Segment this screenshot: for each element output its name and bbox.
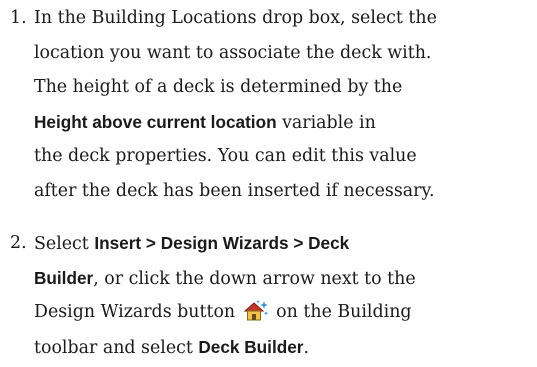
text-line: the deck properties. You can edit this v… <box>34 139 534 174</box>
step-text: Select Insert > Design Wizards > Deck Bui… <box>34 226 534 364</box>
text-segment: . <box>303 337 309 358</box>
text-line: Builder, or click the down arrow next to… <box>34 261 534 296</box>
ui-term: Insert > Design Wizards > Deck <box>94 233 350 253</box>
text-line: The height of a deck is determined by th… <box>34 70 534 105</box>
step-2: 2. Select Insert > Design Wizards > Deck B… <box>0 226 537 364</box>
text-line: Height above current location variable i… <box>34 105 534 140</box>
text-line: Design Wizards button on the Building <box>34 295 534 330</box>
text-segment: location you want to associate the deck … <box>34 42 432 63</box>
text-segment: Select <box>34 234 95 254</box>
text-segment: The height of a deck is determined by th… <box>34 77 403 97</box>
step-1: 1. In the Building Locations drop box, se… <box>0 1 537 208</box>
text-segment: In the Building Locations drop box, sele… <box>34 8 437 28</box>
text-line: In the Building Locations drop box, sele… <box>34 1 534 36</box>
text-line: location you want to associate the deck … <box>34 36 534 71</box>
instruction-list: 1. In the Building Locations drop box, se… <box>0 0 537 367</box>
step-number: 1. <box>10 8 27 28</box>
ui-term: Builder <box>34 267 94 288</box>
ui-term: Height above current location <box>34 111 277 132</box>
text-line: toolbar and select Deck Builder. <box>34 330 534 365</box>
step-text: In the Building Locations drop box, sele… <box>34 1 534 208</box>
text-segment: Design Wizards button <box>34 302 241 322</box>
text-line: after the deck has been inserted if nece… <box>34 174 534 209</box>
text-segment: on the Building <box>270 302 412 322</box>
text-segment: the deck properties. You can edit this v… <box>34 146 417 166</box>
text-segment: after the deck has been inserted if nece… <box>34 180 435 201</box>
ui-term: Deck Builder <box>198 336 304 357</box>
text-segment: toolbar and select <box>34 337 199 358</box>
text-segment: , or click the down arrow next to the <box>93 268 416 289</box>
design-wizards-icon <box>243 299 269 323</box>
step-number: 2. <box>10 233 27 253</box>
text-line: Select Insert > Design Wizards > Deck <box>34 226 534 261</box>
text-segment: variable in <box>276 112 376 133</box>
